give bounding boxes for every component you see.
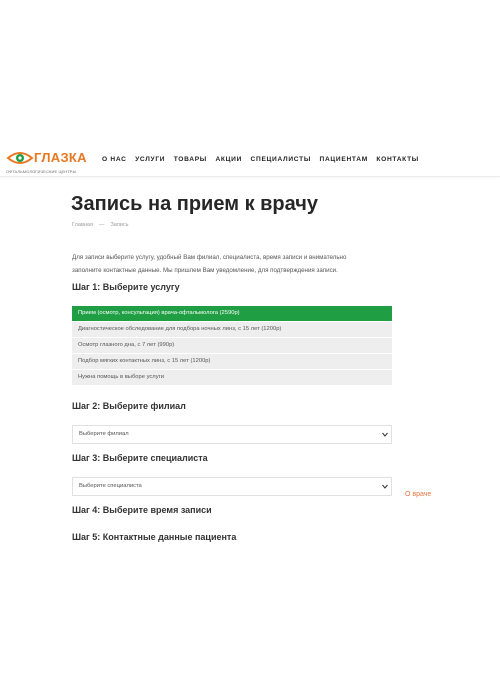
step4-heading: Шаг 4: Выберите время записи — [72, 505, 212, 515]
main-nav: О НАС УСЛУГИ ТОВАРЫ АКЦИИ СПЕЦИАЛИСТЫ ПА… — [102, 156, 427, 163]
specialist-select-value: Выберите специалиста — [79, 483, 142, 489]
branch-select[interactable]: Выберите филиал — [72, 425, 392, 444]
intro-text: Для записи выберите услугу, удобный Вам … — [72, 254, 347, 274]
service-option-need-help[interactable]: Нужна помощь в выборе услуги — [72, 370, 392, 385]
service-option-fundus-exam[interactable]: Осмотр глазного дна, с 7 лет (990р) — [72, 338, 392, 353]
branch-select-value: Выберите филиал — [79, 431, 129, 437]
service-option-soft-lens-fitting[interactable]: Подбор мягких контактных линз, с 15 лет … — [72, 354, 392, 369]
site-header: ГЛАЗКА ОФТАЛЬМОЛОГИЧЕСКИЕ ЦЕНТРЫ О НАС У… — [0, 144, 500, 177]
logo-subtitle: ОФТАЛЬМОЛОГИЧЕСКИЕ ЦЕНТРЫ — [6, 169, 77, 174]
page-title: Запись на прием к врачу — [71, 193, 319, 215]
specialist-select[interactable]: Выберите специалиста — [72, 477, 392, 496]
nav-item-products[interactable]: ТОВАРЫ — [174, 156, 207, 163]
about-doctor-link[interactable]: О враче — [405, 491, 431, 498]
nav-item-promotions[interactable]: АКЦИИ — [215, 156, 242, 163]
breadcrumb-current: Запись — [110, 222, 129, 228]
logo[interactable]: ГЛАЗКА ОФТАЛЬМОЛОГИЧЕСКИЕ ЦЕНТРЫ — [6, 150, 96, 176]
eye-logo-icon — [6, 152, 34, 164]
step2-heading: Шаг 2: Выберите филиал — [72, 401, 186, 411]
chevron-down-icon — [382, 484, 388, 489]
step1-heading: Шаг 1: Выберите услугу — [72, 282, 180, 292]
nav-item-about[interactable]: О НАС — [102, 156, 127, 163]
nav-item-specialists[interactable]: СПЕЦИАЛИСТЫ — [251, 156, 311, 163]
chevron-down-icon — [382, 432, 388, 437]
breadcrumb-separator: — — [98, 222, 105, 228]
breadcrumb: Главная — Запись — [72, 222, 128, 228]
step3-heading: Шаг 3: Выберите специалиста — [72, 453, 208, 463]
service-option-night-lens-diagnostics[interactable]: Диагностическое обследование для подбора… — [72, 322, 392, 337]
nav-item-patients[interactable]: ПАЦИЕНТАМ — [320, 156, 368, 163]
nav-item-contacts[interactable]: КОНТАКТЫ — [376, 156, 419, 163]
service-option-consultation[interactable]: Прием (осмотр, консультация) врача-офтал… — [72, 306, 392, 321]
breadcrumb-home-link[interactable]: Главная — [72, 222, 93, 228]
nav-item-services[interactable]: УСЛУГИ — [135, 156, 165, 163]
step5-heading: Шаг 5: Контактные данные пациента — [72, 532, 237, 542]
service-list: Прием (осмотр, консультация) врача-офтал… — [72, 306, 392, 386]
logo-text: ГЛАЗКА — [34, 150, 87, 165]
